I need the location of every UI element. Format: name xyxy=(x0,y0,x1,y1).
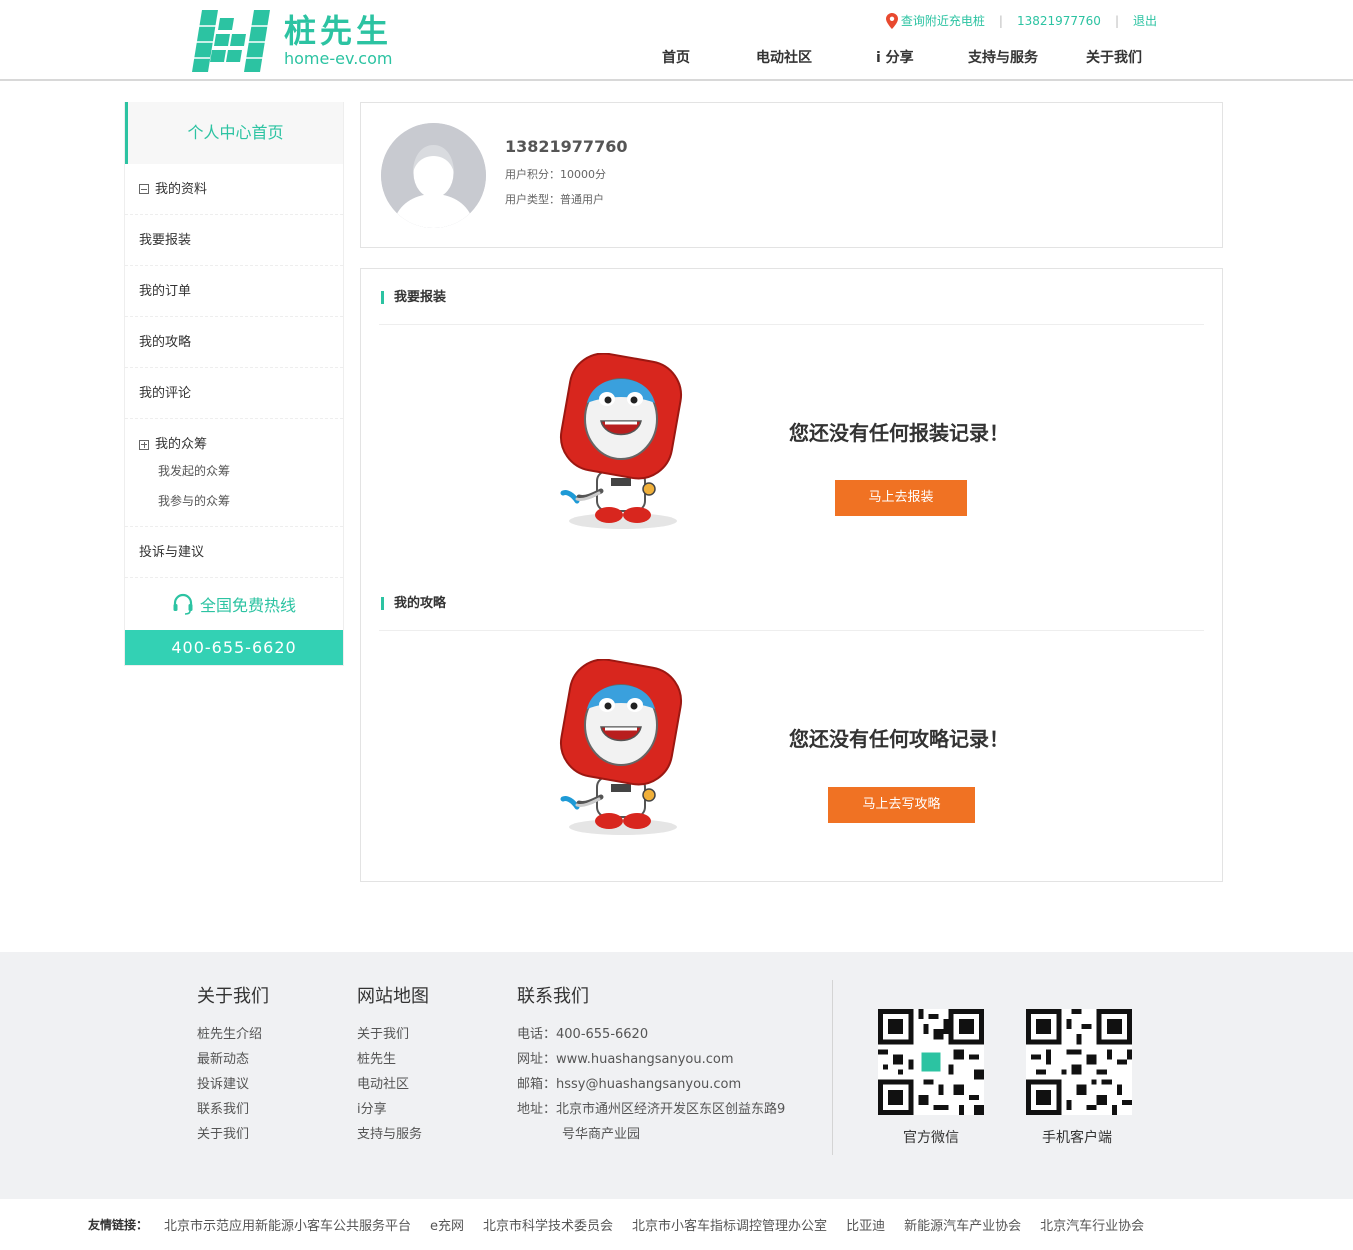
footer-link[interactable]: 投诉建议 xyxy=(197,1072,269,1097)
footer-link[interactable]: 桩先生 xyxy=(357,1047,429,1072)
logo-mark-icon xyxy=(192,10,270,72)
contact-phone: 电话：400-655-6620 xyxy=(517,1027,649,1042)
site-logo[interactable]: 桩先生 home-ev.com xyxy=(192,8,392,74)
footer-heading: 联系我们 xyxy=(517,986,589,1007)
app-qr-label: 手机客户端 xyxy=(1042,1130,1112,1146)
footer-link[interactable]: 关于我们 xyxy=(357,1022,429,1047)
sidebar-item-home[interactable]: 个人中心首页 xyxy=(125,102,343,164)
find-chargers-link[interactable]: 查询附近充电桩 xyxy=(901,12,985,29)
sidebar-group-crowdfund: 我的众筹 我发起的众筹 我参与的众筹 xyxy=(125,419,343,527)
contact-website[interactable]: 网址：www.huashangsanyou.com xyxy=(517,1047,785,1072)
collapse-icon[interactable] xyxy=(139,184,149,194)
sidebar-item-label: 我的资料 xyxy=(155,181,208,197)
separator: | xyxy=(998,13,1003,28)
wechat-qr-code xyxy=(878,1009,984,1115)
headset-icon xyxy=(173,593,193,615)
footer-link[interactable]: 支持与服务 xyxy=(357,1122,429,1147)
separator: | xyxy=(1114,13,1119,28)
empty-guides-message: 您还没有任何攻略记录！ xyxy=(789,727,1009,751)
footer-link[interactable]: 最新动态 xyxy=(197,1047,269,1072)
default-avatar-icon xyxy=(381,123,486,228)
profile-name: 13821977760 xyxy=(505,137,628,156)
go-install-button[interactable]: 马上去报装 xyxy=(835,480,967,516)
friend-links-bar: 友情链接： 北京市示范应用新能源小客车公共服务平台 e充网 北京市科学技术委员会… xyxy=(0,1199,1353,1250)
user-phone-link[interactable]: 13821977760 xyxy=(1017,14,1101,28)
footer-heading: 网站地图 xyxy=(357,986,429,1007)
hotline-number: 400-655-6620 xyxy=(125,630,343,665)
footer-sitemap: 网站地图 关于我们 桩先生 电动社区 i分享 支持与服务 xyxy=(357,982,429,1147)
contact-address: 地址：北京市通州区经济开发区东区创益东路9 xyxy=(517,1102,786,1117)
friend-link[interactable]: e充网 xyxy=(430,1215,464,1234)
site-footer: 关于我们 桩先生介绍 最新动态 投诉建议 联系我们 关于我们 网站地图 关于我们… xyxy=(0,952,1353,1199)
footer-link[interactable]: 桩先生介绍 xyxy=(197,1022,269,1047)
profile-points: 用户积分：10000分 xyxy=(505,168,606,181)
footer-link[interactable]: i分享 xyxy=(357,1097,429,1122)
content-panel: 我要报装 您还没有任何报装记录！ 马上去报装 我的攻略 您还没有任何攻略记录！ … xyxy=(360,268,1223,882)
friend-link[interactable]: 北京市示范应用新能源小客车公共服务平台 xyxy=(164,1215,411,1234)
section-title-install: 我要报装 xyxy=(381,291,446,304)
friend-link[interactable]: 北京汽车行业协会 xyxy=(1040,1215,1144,1234)
sidebar-item-feedback[interactable]: 投诉与建议 xyxy=(125,527,343,578)
section-divider xyxy=(379,630,1204,631)
mascot-icon xyxy=(559,659,683,835)
site-header: 桩先生 home-ev.com 查询附近充电桩 | 13821977760 | … xyxy=(0,0,1353,81)
footer-about: 关于我们 桩先生介绍 最新动态 投诉建议 联系我们 关于我们 xyxy=(197,982,269,1147)
wechat-qr-label: 官方微信 xyxy=(903,1130,959,1146)
sidebar-item-profile[interactable]: 我的资料 xyxy=(125,164,343,215)
footer-heading: 关于我们 xyxy=(197,986,269,1007)
profile-card: 13821977760 用户积分：10000分 用户类型：普通用户 xyxy=(360,102,1223,248)
sidebar-item-install[interactable]: 我要报装 xyxy=(125,215,343,266)
nav-support[interactable]: 支持与服务 xyxy=(968,47,1038,67)
footer-link[interactable]: 联系我们 xyxy=(197,1097,269,1122)
sidebar-subitem-launched[interactable]: 我发起的众筹 xyxy=(125,456,343,486)
app-qr-code xyxy=(1026,1009,1132,1115)
go-write-guide-button[interactable]: 马上去写攻略 xyxy=(828,787,975,823)
footer-contact: 联系我们 电话：400-655-6620 网址：www.huashangsany… xyxy=(517,982,785,1147)
account-sidebar: 个人中心首页 我的资料 我要报装 我的订单 我的攻略 我的评论 我的众筹 我发起… xyxy=(124,102,344,666)
nav-share[interactable]: i 分享 xyxy=(876,47,914,67)
friend-link[interactable]: 北京市科学技术委员会 xyxy=(483,1215,613,1234)
hotline-label: 全国免费热线 xyxy=(125,578,343,630)
friend-link[interactable]: 比亚迪 xyxy=(846,1215,885,1234)
contact-address-cont: 号华商产业园 xyxy=(562,1127,641,1142)
sidebar-item-comments[interactable]: 我的评论 xyxy=(125,368,343,419)
expand-icon[interactable] xyxy=(139,439,149,450)
footer-link[interactable]: 关于我们 xyxy=(197,1122,269,1147)
location-pin-icon xyxy=(885,12,898,29)
contact-email[interactable]: 邮箱：hssy@huashangsanyou.com xyxy=(517,1072,785,1097)
sidebar-item-guides[interactable]: 我的攻略 xyxy=(125,317,343,368)
sidebar-item-orders[interactable]: 我的订单 xyxy=(125,266,343,317)
profile-type: 用户类型：普通用户 xyxy=(505,193,604,206)
friend-link[interactable]: 北京市小客车指标调控管理办公室 xyxy=(632,1215,827,1234)
footer-divider xyxy=(832,980,833,1155)
nav-about[interactable]: 关于我们 xyxy=(1086,47,1142,67)
friend-link[interactable]: 新能源汽车产业协会 xyxy=(904,1215,1021,1234)
hotline-text: 全国免费热线 xyxy=(199,596,296,615)
nav-community[interactable]: 电动社区 xyxy=(756,47,812,67)
section-divider xyxy=(379,324,1204,325)
mascot-icon xyxy=(559,353,683,529)
logo-name: 桩先生 xyxy=(284,12,393,50)
empty-install-message: 您还没有任何报装记录！ xyxy=(789,421,1009,445)
nav-home[interactable]: 首页 xyxy=(662,47,690,67)
logo-domain: home-ev.com xyxy=(284,49,393,68)
section-title-guides: 我的攻略 xyxy=(381,597,446,610)
friend-links-label: 友情链接： xyxy=(88,1218,149,1232)
footer-link[interactable]: 电动社区 xyxy=(357,1072,429,1097)
avatar[interactable] xyxy=(381,123,486,228)
top-utility-bar: 查询附近充电桩 | 13821977760 | 退出 xyxy=(885,12,1157,29)
sidebar-subitem-joined[interactable]: 我参与的众筹 xyxy=(125,486,343,516)
logout-link[interactable]: 退出 xyxy=(1133,12,1157,29)
